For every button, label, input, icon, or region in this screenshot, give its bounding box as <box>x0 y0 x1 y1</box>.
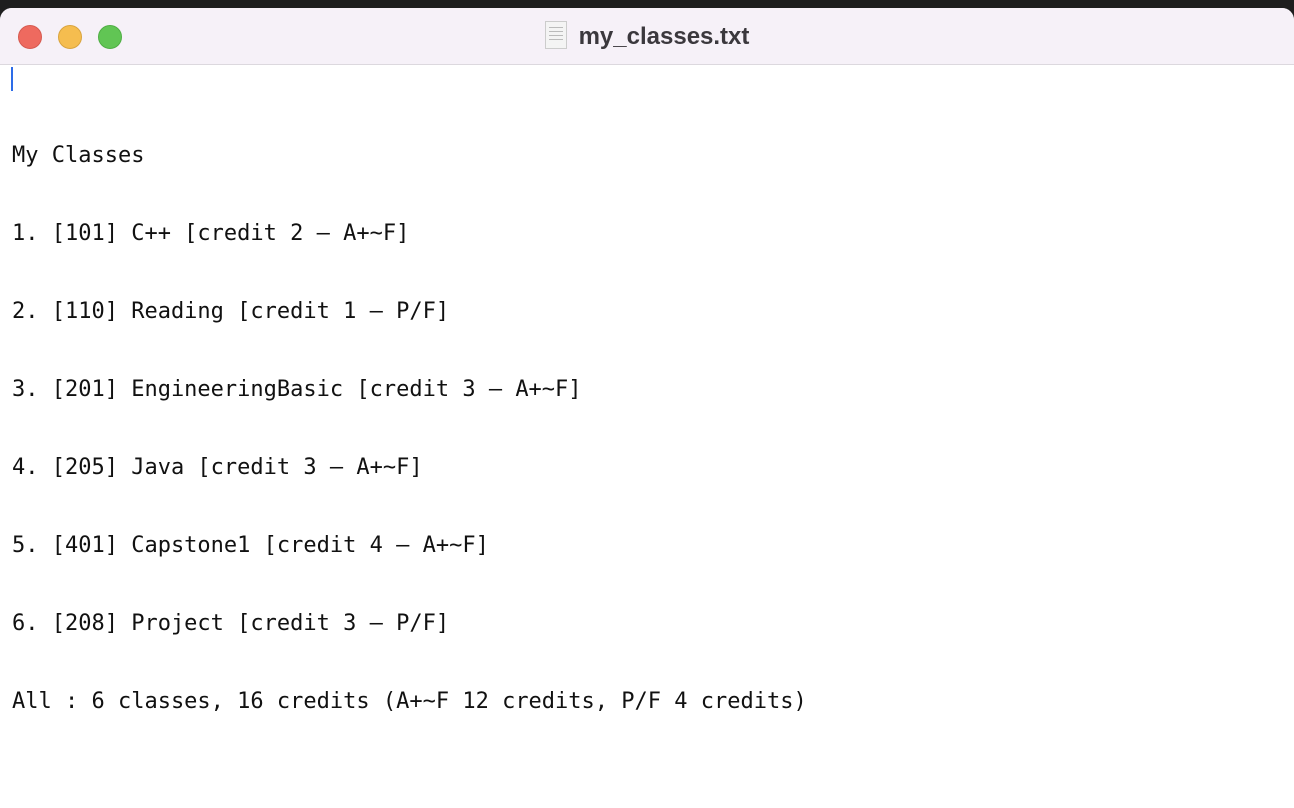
title-bar[interactable]: my_classes.txt <box>0 8 1294 65</box>
document-line: 4. [205] Java [credit 3 – A+~F] <box>12 455 423 480</box>
document-line: 1. [101] C++ [credit 2 – A+~F] <box>12 221 410 246</box>
text-document-icon <box>544 21 567 49</box>
window-title: my_classes.txt <box>0 21 1294 51</box>
document-line: My Classes <box>12 143 145 168</box>
text-cursor <box>11 67 13 91</box>
document-line: 6. [208] Project [credit 3 – P/F] <box>12 611 450 636</box>
document-line: 5. [401] Capstone1 [credit 4 – A+~F] <box>12 533 489 558</box>
document-line: All : 6 classes, 16 credits (A+~F 12 cre… <box>12 689 807 714</box>
document-line: 3. [201] EngineeringBasic [credit 3 – A+… <box>12 377 582 402</box>
document-line: 2. [110] Reading [credit 1 – P/F] <box>12 299 450 324</box>
text-area[interactable]: My Classes 1. [101] C++ [credit 2 – A+~F… <box>0 65 1294 808</box>
text-editor-window: my_classes.txt My Classes 1. [101] C++ [… <box>0 8 1294 808</box>
window-title-text: my_classes.txt <box>578 23 750 50</box>
